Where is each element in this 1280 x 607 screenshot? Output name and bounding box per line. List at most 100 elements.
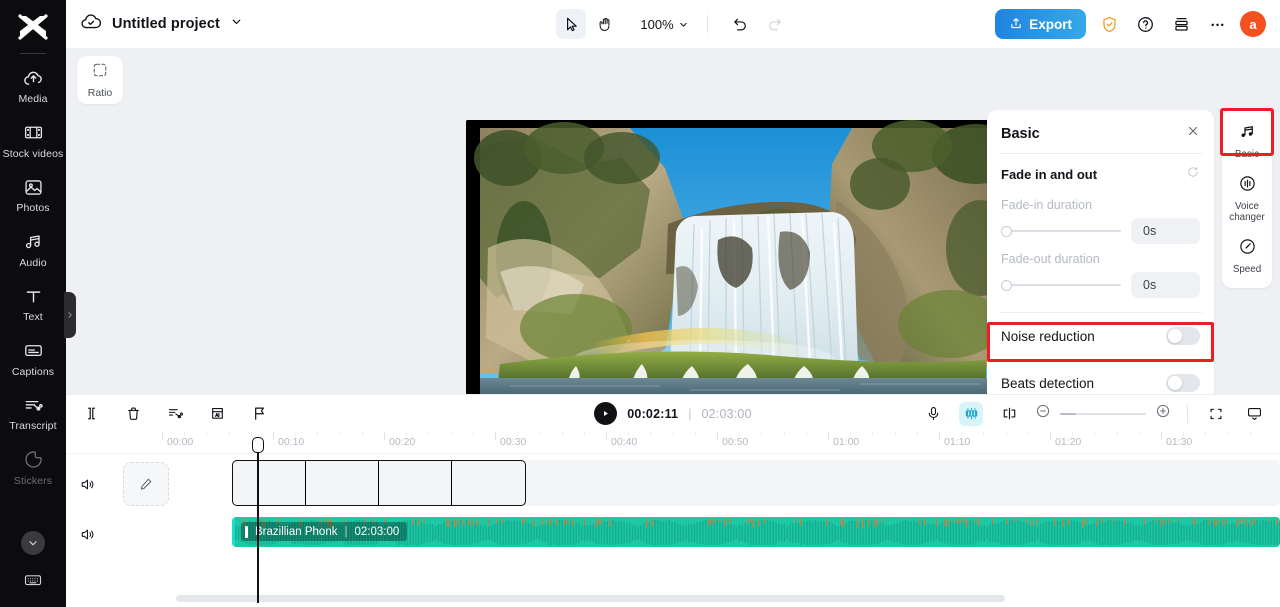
cloud-upload-icon: [23, 67, 44, 89]
ratio-button[interactable]: Ratio: [77, 56, 123, 104]
more-options-icon[interactable]: [1204, 11, 1230, 37]
sidebar-item-label: Transcript: [9, 420, 57, 432]
play-button[interactable]: [594, 402, 618, 425]
ai-cut-scissors-icon[interactable]: [164, 403, 186, 425]
sidebar-item-photos[interactable]: Photos: [0, 167, 66, 222]
user-avatar[interactable]: a: [1240, 11, 1266, 37]
sidebar-item-transcript[interactable]: Transcript: [0, 385, 66, 440]
export-upload-icon: [1009, 16, 1023, 33]
total-duration: 02:03:00: [701, 406, 752, 421]
rail-item-speed[interactable]: Speed: [1222, 231, 1272, 283]
timeline-zoom-control: [1035, 403, 1171, 424]
zoom-slider-track[interactable]: [1060, 412, 1146, 415]
app-logo-icon[interactable]: [16, 12, 50, 47]
current-time: 00:02:11: [627, 406, 679, 421]
microphone-icon[interactable]: [921, 402, 945, 426]
expand-sidebar-button[interactable]: [21, 531, 45, 555]
sidebar-item-label: Captions: [11, 365, 55, 378]
close-icon[interactable]: [1186, 124, 1200, 143]
hand-tool-button[interactable]: [590, 9, 620, 39]
zoom-slider-fill: [1060, 412, 1076, 415]
track-row-video: [66, 460, 1280, 508]
image-icon: [23, 176, 44, 198]
rail-item-label: Speed: [1232, 263, 1262, 275]
fade-in-row: 0s: [987, 212, 1214, 244]
captions-icon: [23, 340, 44, 362]
redo-button[interactable]: [760, 9, 790, 39]
shield-icon[interactable]: [1096, 11, 1122, 37]
cloud-check-icon[interactable]: [80, 11, 102, 38]
slider-track: [1001, 230, 1121, 232]
sidebar-item-media[interactable]: Media: [0, 58, 66, 113]
export-button[interactable]: Export: [995, 9, 1086, 39]
video-preview[interactable]: [466, 120, 1014, 414]
video-clip[interactable]: [232, 460, 526, 506]
keyboard-icon: [23, 570, 43, 595]
mixer-icon[interactable]: [959, 401, 983, 426]
zoom-in-icon[interactable]: [1155, 403, 1171, 424]
marker-flag-icon[interactable]: [248, 403, 270, 425]
topbar-right-group: Export a: [995, 9, 1266, 39]
topbar-left-group: Untitled project: [80, 11, 243, 38]
rail-item-basic[interactable]: Basic: [1222, 116, 1272, 168]
rail-item-label: Voice changer: [1229, 200, 1265, 224]
edit-clip-button[interactable]: [123, 462, 169, 506]
preview-stage: Ratio Basic Fade in and out Fade-in dura…: [66, 48, 1280, 420]
video-track-mute-button[interactable]: [66, 476, 108, 493]
monitor-icon[interactable]: [1242, 402, 1266, 426]
film-strip-icon: [23, 122, 44, 144]
rail-item-voice-changer[interactable]: Voice changer: [1222, 168, 1272, 231]
fade-in-value[interactable]: 0s: [1131, 218, 1200, 244]
properties-header: Basic: [987, 110, 1214, 153]
audio-clip-handle: [245, 525, 248, 538]
sidebar-item-captions[interactable]: Captions: [0, 331, 66, 386]
delete-trash-icon[interactable]: [122, 403, 144, 425]
voice-waveform-icon: [1238, 174, 1257, 198]
select-tool-button[interactable]: [556, 9, 587, 39]
audio-track-mute-button[interactable]: [66, 526, 108, 543]
top-toolbar: Untitled project 100% Export a: [66, 0, 1280, 48]
playhead-handle[interactable]: [251, 437, 264, 453]
toggle-knob: [1168, 376, 1182, 390]
slider-knob[interactable]: [1001, 279, 1012, 291]
fade-in-slider[interactable]: [1001, 224, 1121, 238]
timeline-ruler[interactable]: 00:00 00:10 00:20 00:30 00:40 00:50 01:00 01:10…: [66, 432, 1280, 454]
timeline-scrollbar-thumb[interactable]: [176, 595, 1005, 602]
project-title[interactable]: Untitled project: [112, 16, 220, 32]
sidebar-item-stock-videos[interactable]: Stock videos: [0, 113, 66, 168]
fade-out-slider[interactable]: [1001, 278, 1121, 292]
sidebar-item-label: Audio: [19, 256, 47, 269]
collapse-sidebar-handle[interactable]: [64, 292, 76, 338]
ai-frame-icon[interactable]: [206, 403, 228, 425]
audio-clip[interactable]: Brazillian Phonk | 02:03:00: [232, 517, 1280, 547]
sidebar-item-audio[interactable]: Audio: [0, 222, 66, 277]
slider-knob[interactable]: [1001, 225, 1012, 237]
sticker-icon: [23, 449, 44, 471]
split-icon[interactable]: [80, 403, 102, 425]
beats-detection-toggle[interactable]: [1166, 374, 1200, 392]
chevron-down-icon[interactable]: [230, 15, 243, 33]
transition-icon[interactable]: [997, 402, 1021, 426]
zoom-level-dropdown[interactable]: 100%: [640, 17, 688, 32]
audio-clip-duration: 02:03:00: [354, 525, 400, 538]
sidebar-item-text[interactable]: Text: [0, 276, 66, 331]
zoom-out-icon[interactable]: [1035, 403, 1051, 424]
reset-circular-icon[interactable]: [1186, 165, 1200, 184]
undo-button[interactable]: [726, 9, 756, 39]
video-thumbnail-frame: [233, 461, 306, 505]
playhead[interactable]: [251, 437, 264, 603]
help-icon[interactable]: [1132, 11, 1158, 37]
fit-screen-icon[interactable]: [1204, 402, 1228, 426]
slider-track: [1001, 284, 1121, 286]
keyboard-shortcuts-button[interactable]: [0, 570, 66, 595]
audio-clip-label: Brazillian Phonk | 02:03:00: [241, 522, 408, 541]
sidebar-item-stickers[interactable]: Stickers: [0, 440, 66, 495]
toolbar-divider: [1187, 404, 1188, 423]
fade-out-value[interactable]: 0s: [1131, 272, 1200, 298]
stack-icon[interactable]: [1168, 11, 1194, 37]
transcript-scissors-icon: [23, 394, 44, 416]
properties-panel: Basic Fade in and out Fade-in duration 0…: [987, 110, 1214, 420]
video-thumbnail-frame: [306, 461, 379, 505]
noise-reduction-toggle[interactable]: [1166, 327, 1200, 345]
fade-out-row: 0s: [987, 266, 1214, 298]
